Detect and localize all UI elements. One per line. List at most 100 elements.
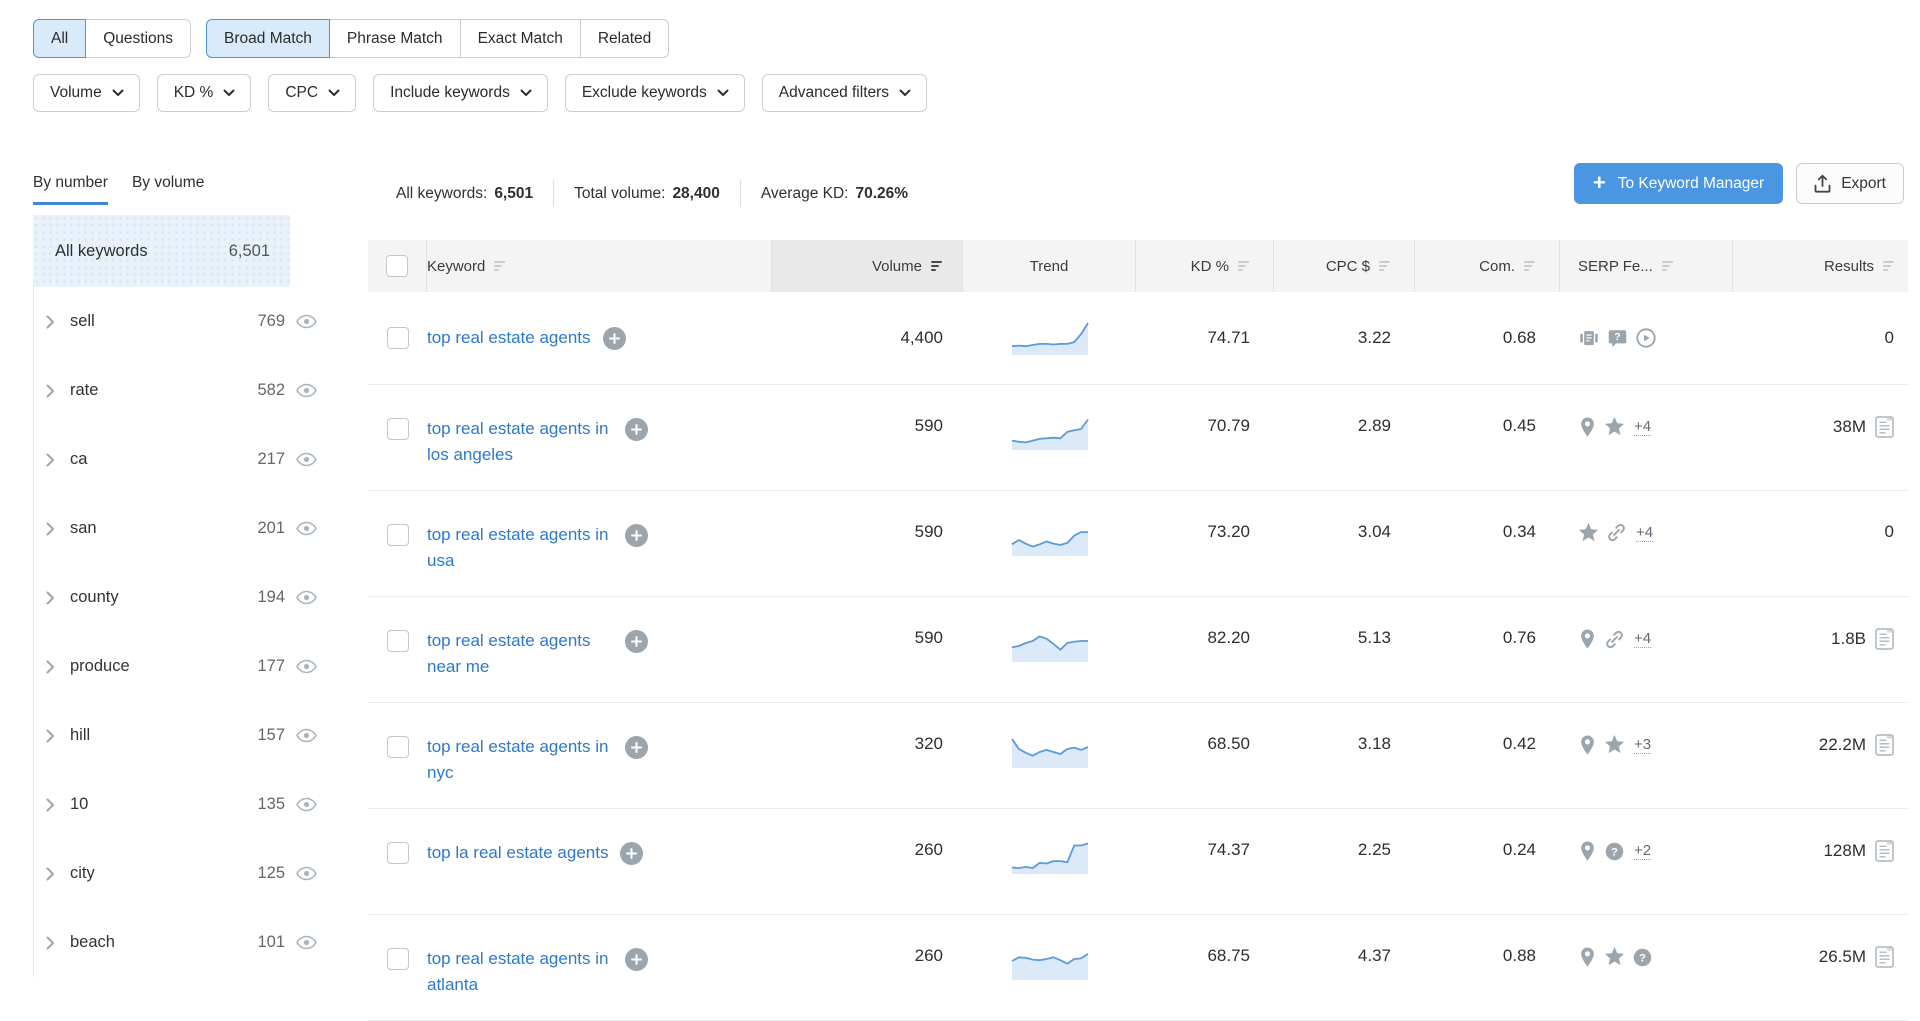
add-keyword-button[interactable] — [625, 948, 648, 971]
filter-dropdown-volume[interactable]: Volume — [33, 74, 140, 112]
row-checkbox[interactable] — [387, 630, 409, 652]
add-keyword-button[interactable] — [625, 630, 648, 653]
column-header-keyword[interactable]: Keyword — [427, 240, 772, 292]
competition-cell: 0.76 — [1415, 597, 1560, 702]
serp-features-more[interactable]: +3 — [1634, 736, 1651, 754]
sidebar-group-rate[interactable]: rate582 — [34, 356, 323, 425]
tab-by-number[interactable]: By number — [33, 174, 108, 205]
sidebar-group-produce[interactable]: produce177 — [34, 632, 323, 701]
sidebar-group-ca[interactable]: ca217 — [34, 425, 323, 494]
eye-toggle-icon[interactable] — [296, 659, 317, 674]
row-checkbox[interactable] — [387, 736, 409, 758]
trend-sparkline — [1010, 628, 1090, 662]
results-page-icon[interactable] — [1875, 734, 1894, 756]
table-header-row: KeywordVolumeTrendKD %CPC $Com.SERP Fe..… — [368, 240, 1908, 292]
keyword-link[interactable]: top real estate agents — [427, 325, 591, 351]
filter-dropdown-cpc[interactable]: CPC — [268, 74, 356, 112]
add-keyword-button[interactable] — [603, 327, 626, 350]
column-header-label: Com. — [1479, 258, 1515, 275]
serp-features-more[interactable]: +4 — [1634, 630, 1651, 648]
keyword-link[interactable]: top real estate agents near me — [427, 628, 613, 680]
kd-cell: 73.20 — [1136, 491, 1274, 596]
eye-toggle-icon[interactable] — [296, 383, 317, 398]
filter-tab-questions[interactable]: Questions — [85, 19, 191, 58]
chevron-right-icon — [46, 798, 55, 812]
eye-toggle-icon[interactable] — [296, 590, 317, 605]
column-header-label: Keyword — [427, 258, 485, 275]
chevron-down-icon — [328, 89, 340, 97]
column-header-kd-[interactable]: KD % — [1136, 240, 1274, 292]
filter-dropdown-exclude-keywords[interactable]: Exclude keywords — [565, 74, 745, 112]
stat-all-keywords: All keywords: 6,501 — [396, 185, 533, 203]
select-all-checkbox[interactable] — [386, 255, 408, 277]
filter-tab-exact-match[interactable]: Exact Match — [460, 19, 581, 58]
add-keyword-button[interactable] — [620, 842, 643, 865]
serp-features-more[interactable]: +2 — [1634, 842, 1651, 860]
add-keyword-button[interactable] — [625, 524, 648, 547]
results-page-icon[interactable] — [1875, 628, 1894, 650]
filter-dropdown-kd-[interactable]: KD % — [157, 74, 252, 112]
export-button[interactable]: Export — [1796, 163, 1904, 204]
add-keyword-button[interactable] — [625, 418, 648, 441]
serp-features-more[interactable]: +4 — [1634, 418, 1651, 436]
keyword-link[interactable]: top real estate agents in usa — [427, 522, 613, 574]
row-checkbox[interactable] — [387, 842, 409, 864]
competition-cell: 0.68 — [1415, 292, 1560, 384]
results-page-icon[interactable] — [1875, 416, 1894, 438]
keyword-link[interactable]: top real estate agents in nyc — [427, 734, 613, 786]
row-checkbox[interactable] — [387, 418, 409, 440]
sidebar-all-keywords[interactable]: All keywords 6,501 — [33, 215, 290, 287]
keyword-link[interactable]: top la real estate agents — [427, 840, 608, 866]
column-header-volume[interactable]: Volume — [772, 240, 963, 292]
row-checkbox[interactable] — [387, 327, 409, 349]
sidebar-group-san[interactable]: san201 — [34, 494, 323, 563]
location-pin-icon — [1578, 416, 1597, 438]
column-header-cpc-[interactable]: CPC $ — [1274, 240, 1415, 292]
eye-toggle-icon[interactable] — [296, 866, 317, 881]
column-header-com-[interactable]: Com. — [1415, 240, 1560, 292]
keyword-link[interactable]: top real estate agents in atlanta — [427, 946, 613, 998]
eye-toggle-icon[interactable] — [296, 521, 317, 536]
competition-cell: 0.88 — [1415, 915, 1560, 1020]
serp-features-cell: ?+2 — [1560, 809, 1733, 914]
tab-by-volume[interactable]: By volume — [132, 174, 204, 205]
kd-cell: 74.37 — [1136, 809, 1274, 914]
filter-tab-phrase-match[interactable]: Phrase Match — [329, 19, 461, 58]
question-filter-group: AllQuestions — [33, 19, 191, 58]
eye-toggle-icon[interactable] — [296, 728, 317, 743]
serp-features-more[interactable]: +4 — [1636, 524, 1653, 542]
filter-dropdown-include-keywords[interactable]: Include keywords — [373, 74, 548, 112]
results-page-icon[interactable] — [1875, 840, 1894, 862]
keyword-link[interactable]: top real estate agents in los angeles — [427, 416, 613, 468]
filter-tab-related[interactable]: Related — [580, 19, 669, 58]
keyword-cell: top real estate agents in nyc — [427, 703, 772, 808]
location-pin-icon — [1578, 840, 1597, 862]
trend-sparkline — [1010, 840, 1090, 874]
to-keyword-manager-button[interactable]: + To Keyword Manager — [1574, 163, 1783, 204]
sidebar-group-sell[interactable]: sell769 — [34, 287, 323, 356]
sidebar-group-hill[interactable]: hill157 — [34, 701, 323, 770]
filter-dropdown-advanced-filters[interactable]: Advanced filters — [762, 74, 927, 112]
chevron-down-icon — [520, 89, 532, 97]
sidebar-group-county[interactable]: county194 — [34, 563, 323, 632]
column-header-serp-fe-[interactable]: SERP Fe... — [1560, 240, 1733, 292]
news-carousel-icon — [1578, 328, 1600, 349]
add-keyword-button[interactable] — [625, 736, 648, 759]
filter-tab-all[interactable]: All — [33, 19, 86, 58]
sidebar-group-count: 101 — [245, 933, 285, 952]
sidebar-group-beach[interactable]: beach101 — [34, 908, 323, 977]
trend-cell — [963, 292, 1136, 384]
results-page-icon[interactable] — [1875, 946, 1894, 968]
row-checkbox[interactable] — [387, 524, 409, 546]
eye-toggle-icon[interactable] — [296, 314, 317, 329]
trend-cell — [963, 809, 1136, 914]
summary-stats: All keywords: 6,501 Total volume: 28,400… — [396, 180, 908, 207]
eye-toggle-icon[interactable] — [296, 452, 317, 467]
column-header-results[interactable]: Results — [1733, 240, 1908, 292]
sidebar-group-city[interactable]: city125 — [34, 839, 323, 908]
row-checkbox[interactable] — [387, 948, 409, 970]
sidebar-group-10[interactable]: 10135 — [34, 770, 323, 839]
eye-toggle-icon[interactable] — [296, 935, 317, 950]
eye-toggle-icon[interactable] — [296, 797, 317, 812]
filter-tab-broad-match[interactable]: Broad Match — [206, 19, 330, 58]
